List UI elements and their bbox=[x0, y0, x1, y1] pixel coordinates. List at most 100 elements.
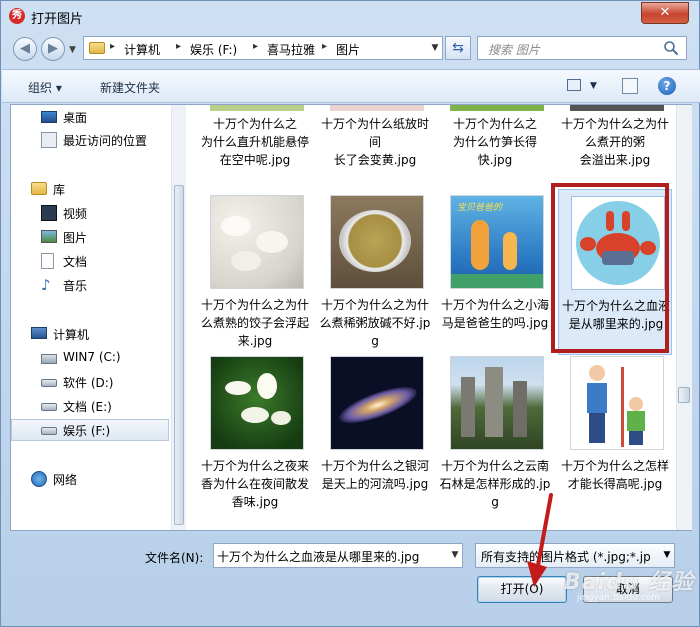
file-name-line: 十万个为什么纸放时间 bbox=[320, 117, 429, 149]
file-tile[interactable]: 宝贝爸爸的 十万个为什么之小海马是爸爸生的吗.jpg bbox=[438, 195, 552, 355]
forward-button[interactable]: ▶ bbox=[41, 37, 65, 61]
breadcrumb-drive[interactable]: 娱乐 (F:) bbox=[190, 41, 237, 58]
thumbnail[interactable] bbox=[210, 105, 304, 111]
sidebar-item-label: WIN7 (C:) bbox=[63, 350, 121, 364]
file-name[interactable]: 十万个为什么之为什么煮开的粥 会溢出来.jpg bbox=[558, 115, 672, 169]
breadcrumb-himalaya[interactable]: 喜马拉雅 bbox=[267, 41, 315, 58]
sidebar-item-label: 音乐 bbox=[63, 279, 88, 293]
sidebar-item-recent-places[interactable]: 最近访问的位置 bbox=[11, 129, 169, 151]
thumbnail[interactable] bbox=[330, 105, 424, 111]
computer-icon bbox=[31, 327, 47, 339]
sidebar-item-drive-c[interactable]: WIN7 (C:) bbox=[11, 347, 169, 369]
file-name-line: 会溢出来.jpg bbox=[579, 153, 651, 167]
back-button[interactable]: ◀ bbox=[13, 37, 37, 61]
sidebar-item-drive-d[interactable]: 软件 (D:) bbox=[11, 371, 169, 393]
pictures-icon bbox=[41, 230, 57, 243]
address-bar[interactable]: ▸ 计算机 ▸ 娱乐 (F:) ▸ 喜马拉雅 ▸ 图片 ▼ bbox=[83, 36, 443, 60]
window-title: 打开图片 bbox=[31, 12, 84, 27]
filename-input[interactable]: 十万个为什么之血液是从哪里来的.jpg ▼ bbox=[213, 543, 463, 568]
recent-pages-dropdown[interactable]: ▼ bbox=[69, 45, 79, 55]
sidebar-item-label: 网络 bbox=[53, 473, 78, 487]
file-name: 十万个为什么之为什么煮熟的饺子会浮起来.jpg bbox=[200, 298, 309, 348]
documents-icon bbox=[41, 253, 54, 269]
refresh-button[interactable]: ⇆ bbox=[445, 36, 471, 60]
address-dropdown-icon[interactable]: ▼ bbox=[428, 37, 442, 59]
organize-button[interactable]: 组织 ▾ bbox=[28, 79, 62, 96]
selection-highlight-annotation bbox=[551, 183, 669, 353]
drive-icon bbox=[41, 427, 57, 435]
breadcrumb-computer[interactable]: 计算机 bbox=[124, 41, 160, 58]
file-list-scrollbar[interactable] bbox=[676, 105, 692, 530]
sidebar-item-network[interactable]: 网络 bbox=[11, 468, 169, 490]
preview-pane-icon[interactable] bbox=[622, 78, 638, 94]
breadcrumb-pictures[interactable]: 图片 bbox=[336, 41, 360, 58]
sidebar-item-documents[interactable]: 文档 bbox=[11, 250, 169, 272]
video-icon bbox=[41, 205, 57, 221]
sidebar-item-videos[interactable]: 视频 bbox=[11, 202, 169, 224]
file-tile[interactable]: 十万个为什么之银河是天上的河流吗.jpg bbox=[318, 356, 432, 516]
baidu-watermark: Baidu 经验 bbox=[564, 570, 695, 595]
view-dropdown-icon[interactable]: ▼ bbox=[590, 81, 597, 91]
sidebar-item-drive-f[interactable]: 娱乐 (F:) bbox=[11, 419, 169, 441]
sidebar-item-drive-e[interactable]: 文档 (E:) bbox=[11, 395, 169, 417]
recent-places-icon bbox=[41, 132, 57, 148]
file-name: 十万个为什么之夜来香为什么在夜间散发香味.jpg bbox=[200, 459, 309, 509]
file-name: 十万个为什么之银河是天上的河流吗.jpg bbox=[320, 459, 429, 491]
file-name-line: 为什么竹笋长得快.jpg bbox=[452, 135, 537, 167]
thumbnail[interactable] bbox=[570, 105, 664, 111]
dumplings-thumbnail bbox=[210, 195, 304, 289]
search-placeholder: 搜索 图片 bbox=[488, 43, 540, 57]
breadcrumb-separator-icon: ▸ bbox=[110, 41, 116, 52]
scrollbar-thumb[interactable] bbox=[174, 185, 184, 525]
new-folder-button[interactable]: 新建文件夹 bbox=[100, 79, 160, 96]
sidebar-item-label: 桌面 bbox=[63, 111, 88, 125]
file-tile[interactable]: 十万个为什么之为什么煮熟的饺子会浮起来.jpg bbox=[198, 195, 312, 355]
sidebar-item-label: 软件 (D:) bbox=[63, 376, 114, 390]
baidu-watermark-url: jingyan.baidu.com bbox=[577, 593, 661, 603]
scrollbar-thumb[interactable] bbox=[678, 387, 690, 403]
filename-dropdown-icon[interactable]: ▼ bbox=[448, 544, 462, 567]
sidebar-item-label: 库 bbox=[53, 183, 66, 197]
music-icon: ♪ bbox=[41, 276, 51, 294]
file-name[interactable]: 十万个为什么之 为什么竹笋长得快.jpg bbox=[438, 115, 552, 169]
help-icon[interactable]: ? bbox=[658, 77, 676, 95]
sidebar-item-label: 娱乐 (F:) bbox=[63, 424, 111, 438]
sidebar-item-label: 计算机 bbox=[53, 328, 90, 342]
file-name[interactable]: 十万个为什么纸放时间 长了会变黄.jpg bbox=[318, 115, 432, 169]
file-tile[interactable]: 十万个为什么之为什么煮稀粥放碱不好.jpg bbox=[318, 195, 432, 355]
sidebar-item-desktop[interactable]: 桌面 bbox=[11, 106, 169, 128]
sidebar-item-label: 文档 bbox=[63, 255, 88, 269]
file-name: 十万个为什么之为什么煮稀粥放碱不好.jpg bbox=[319, 298, 431, 348]
title-bar[interactable]: 秀 打开图片 ✕ bbox=[1, 1, 700, 31]
flower-thumbnail bbox=[210, 356, 304, 450]
sidebar-item-computer[interactable]: 计算机 bbox=[11, 323, 169, 345]
thumbnail[interactable] bbox=[450, 105, 544, 111]
library-icon bbox=[31, 182, 47, 195]
arrow-annotation-icon bbox=[527, 493, 553, 587]
file-tile[interactable]: 十万个为什么之怎样才能长得高呢.jpg bbox=[558, 356, 672, 516]
seahorse-thumbnail: 宝贝爸爸的 bbox=[450, 195, 544, 289]
sidebar-item-label: 图片 bbox=[63, 231, 88, 245]
close-button[interactable]: ✕ bbox=[641, 2, 689, 24]
search-icon[interactable] bbox=[663, 40, 679, 56]
navigation-scrollbar[interactable] bbox=[171, 105, 187, 530]
porridge-thumbnail bbox=[330, 195, 424, 289]
sidebar-item-music[interactable]: ♪ 音乐 bbox=[11, 274, 169, 296]
folder-icon bbox=[89, 42, 105, 54]
file-name-line: 十万个为什么之 bbox=[212, 117, 297, 131]
sidebar-item-label: 视频 bbox=[63, 207, 88, 221]
file-name: 十万个为什么之小海马是爸爸生的吗.jpg bbox=[440, 298, 549, 330]
sidebar-item-libraries[interactable]: 库 bbox=[11, 178, 169, 200]
breadcrumb-separator-icon: ▸ bbox=[176, 41, 182, 52]
search-box[interactable]: 搜索 图片 bbox=[477, 36, 687, 60]
file-name-line: 长了会变黄.jpg bbox=[333, 153, 417, 167]
sidebar-item-pictures[interactable]: 图片 bbox=[11, 226, 169, 248]
view-mode-icon[interactable] bbox=[567, 79, 581, 91]
desktop-icon bbox=[41, 111, 57, 123]
file-tile[interactable]: 十万个为什么之夜来香为什么在夜间散发香味.jpg bbox=[198, 356, 312, 516]
navigation-pane: 桌面 最近访问的位置 库 视频 图片 文档 ♪ 音乐 计算机 WIN7 (C:)… bbox=[11, 105, 171, 530]
file-name[interactable]: 十万个为什么之 为什么直升机能悬停在空中呢.jpg bbox=[198, 115, 312, 169]
network-icon bbox=[31, 471, 47, 487]
sidebar-item-label: 最近访问的位置 bbox=[63, 134, 148, 148]
system-drive-icon bbox=[41, 354, 57, 364]
